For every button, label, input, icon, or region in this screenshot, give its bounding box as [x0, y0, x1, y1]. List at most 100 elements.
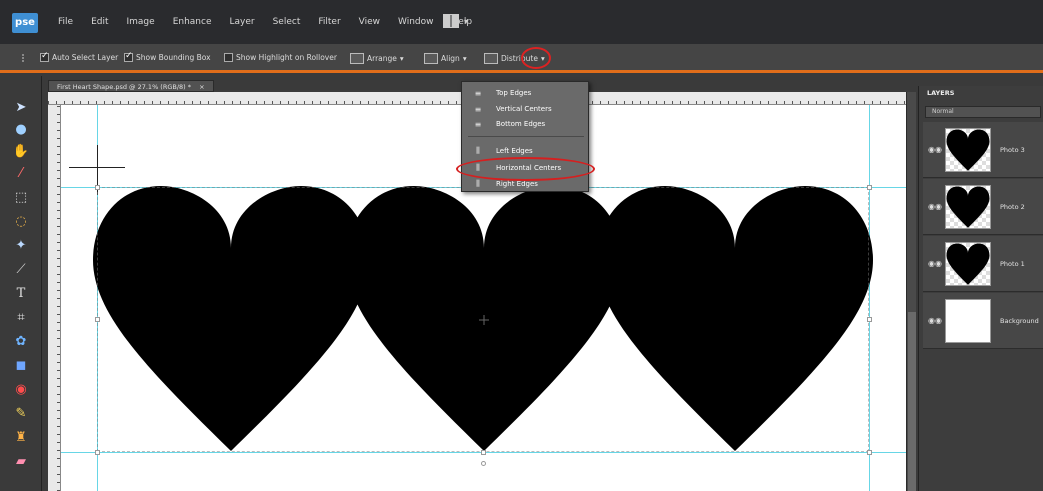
zoom-tool-icon[interactable]: ●: [12, 120, 30, 138]
bbox-handle-top-right[interactable]: [867, 185, 872, 190]
magic-wand-tool-icon[interactable]: ✦: [12, 236, 30, 254]
red-eye-tool-icon[interactable]: ◉: [12, 380, 30, 398]
show-bounding-box-option[interactable]: Show Bounding Box: [124, 51, 211, 62]
distribute-icon: [484, 53, 498, 64]
layer-row-photo-1[interactable]: ◉◉ Photo 1: [923, 236, 1043, 292]
cookie-cutter-tool-icon[interactable]: ✿: [12, 332, 30, 350]
caret-down-icon: ▾: [462, 54, 467, 63]
menu-edit[interactable]: Edit: [91, 17, 108, 27]
menu-view[interactable]: View: [359, 17, 380, 27]
bbox-handle-bottom-center[interactable]: [481, 450, 486, 455]
bbox-handle-middle-right[interactable]: [867, 317, 872, 322]
blend-mode-select[interactable]: Normal: [925, 106, 1041, 118]
document-tab-title: First Heart Shape.psd @ 27.1% (RGB/8) *: [57, 83, 192, 91]
bounding-box[interactable]: [97, 187, 869, 452]
vertical-centers-icon: ≡: [474, 104, 482, 114]
align-label: Align: [441, 54, 460, 63]
arrange-icon: [350, 53, 364, 64]
menu-item-label: Top Edges: [496, 89, 532, 97]
lasso-tool-icon[interactable]: ◌: [12, 212, 30, 230]
vertical-ruler: [48, 105, 61, 491]
layer-thumbnail: [945, 242, 991, 286]
layer-thumbnail: [945, 299, 991, 343]
vertical-scrollbar[interactable]: [906, 92, 916, 491]
heart-thumbnail-icon: [946, 243, 990, 285]
caret-down-icon: ▾: [399, 54, 404, 63]
menu-layer[interactable]: Layer: [230, 17, 255, 27]
heart-thumbnail-icon: [946, 186, 990, 228]
visibility-eye-icon[interactable]: ◉◉: [928, 259, 942, 268]
grip-icon[interactable]: [22, 54, 32, 62]
layout-grid-icon[interactable]: [443, 14, 459, 28]
eraser-tool-icon[interactable]: ▰: [12, 452, 30, 470]
menu-select[interactable]: Select: [273, 17, 301, 27]
layer-thumbnail: [945, 185, 991, 229]
type-tool-icon[interactable]: T: [12, 284, 30, 302]
bbox-handle-middle-left[interactable]: [95, 317, 100, 322]
menu-item-label: Right Edges: [496, 180, 538, 188]
toolbox: ➤ ● ✋ ⁄ ⬚ ◌ ✦ ⟋ T ⌗ ✿ ◼ ◉ ✎ ♜ ▰: [0, 76, 42, 491]
menu-bar: pse File Edit Image Enhance Layer Select…: [0, 0, 1043, 44]
menu-filter[interactable]: Filter: [318, 17, 340, 27]
selection-brush-tool-icon[interactable]: ⟋: [12, 260, 30, 278]
straighten-tool-icon[interactable]: ◼: [12, 356, 30, 374]
bbox-handle-bottom-left[interactable]: [95, 450, 100, 455]
show-highlight-label: Show Highlight on Rollover: [236, 53, 337, 62]
menu-item-bottom-edges[interactable]: ≡ Bottom Edges: [462, 117, 590, 131]
auto-select-layer-label: Auto Select Layer: [52, 53, 119, 62]
visibility-eye-icon[interactable]: ◉◉: [928, 316, 942, 325]
layer-name: Photo 3: [1000, 146, 1025, 154]
layer-name: Background: [1000, 317, 1039, 325]
menu-enhance[interactable]: Enhance: [173, 17, 212, 27]
menu-item-vertical-centers[interactable]: ≡ Vertical Centers: [462, 102, 590, 116]
menu-file[interactable]: File: [58, 17, 73, 27]
menu-item-top-edges[interactable]: ≡ Top Edges: [462, 86, 590, 100]
menu-item-label: Vertical Centers: [496, 105, 552, 113]
layers-panel-title: LAYERS: [927, 89, 955, 97]
visibility-eye-icon[interactable]: ◉◉: [928, 145, 942, 154]
show-highlight-checkbox[interactable]: [224, 53, 233, 62]
layer-row-background[interactable]: ◉◉ Background: [923, 293, 1043, 349]
menu-item-label: Left Edges: [496, 147, 533, 155]
right-edges-icon: ⫼: [476, 179, 480, 188]
menu-separator: [468, 136, 584, 137]
hand-tool-icon[interactable]: ✋: [12, 142, 30, 160]
bbox-handle-top-left[interactable]: [95, 185, 100, 190]
rotate-handle[interactable]: [481, 461, 486, 466]
caret-down-icon[interactable]: ▾: [464, 17, 468, 26]
show-highlight-option[interactable]: Show Highlight on Rollover: [224, 53, 337, 62]
layer-thumbnail: [945, 128, 991, 172]
scrollbar-thumb[interactable]: [908, 312, 916, 491]
pse-logo: pse: [12, 13, 38, 33]
menu-items: File Edit Image Enhance Layer Select Fil…: [58, 17, 472, 27]
show-bounding-box-label: Show Bounding Box: [136, 53, 211, 62]
align-button[interactable]: Align ▾: [424, 53, 467, 64]
auto-select-layer-option[interactable]: Auto Select Layer: [40, 51, 119, 62]
document-tab[interactable]: First Heart Shape.psd @ 27.1% (RGB/8) * …: [48, 80, 214, 92]
move-tool-icon[interactable]: ➤: [12, 98, 30, 116]
menu-window[interactable]: Window: [398, 17, 434, 27]
bottom-edges-icon: ≡: [474, 119, 482, 129]
healing-brush-tool-icon[interactable]: ✎: [12, 404, 30, 422]
heart-thumbnail-icon: [946, 129, 990, 171]
bbox-handle-bottom-right[interactable]: [867, 450, 872, 455]
show-bounding-box-checkbox[interactable]: [124, 51, 133, 62]
crop-tool-icon[interactable]: ⌗: [12, 308, 30, 326]
layer-name: Photo 1: [1000, 260, 1025, 268]
horizontal-centers-annotation-circle: [456, 157, 595, 181]
menu-item-left-edges[interactable]: ⫼ Left Edges: [462, 144, 590, 158]
close-icon[interactable]: ×: [199, 83, 204, 91]
menu-image[interactable]: Image: [127, 17, 155, 27]
layer-row-photo-3[interactable]: ◉◉ Photo 3: [923, 122, 1043, 178]
left-edges-icon: ⫼: [476, 146, 480, 155]
align-icon: [424, 53, 438, 64]
visibility-eye-icon[interactable]: ◉◉: [928, 202, 942, 211]
arrange-label: Arrange: [367, 54, 397, 63]
auto-select-layer-checkbox[interactable]: [40, 51, 49, 62]
arrange-button[interactable]: Arrange ▾: [350, 53, 404, 64]
layer-name: Photo 2: [1000, 203, 1025, 211]
eyedropper-tool-icon[interactable]: ⁄: [12, 164, 30, 182]
marquee-tool-icon[interactable]: ⬚: [12, 188, 30, 206]
layer-row-photo-2[interactable]: ◉◉ Photo 2: [923, 179, 1043, 235]
clone-stamp-tool-icon[interactable]: ♜: [12, 428, 30, 446]
